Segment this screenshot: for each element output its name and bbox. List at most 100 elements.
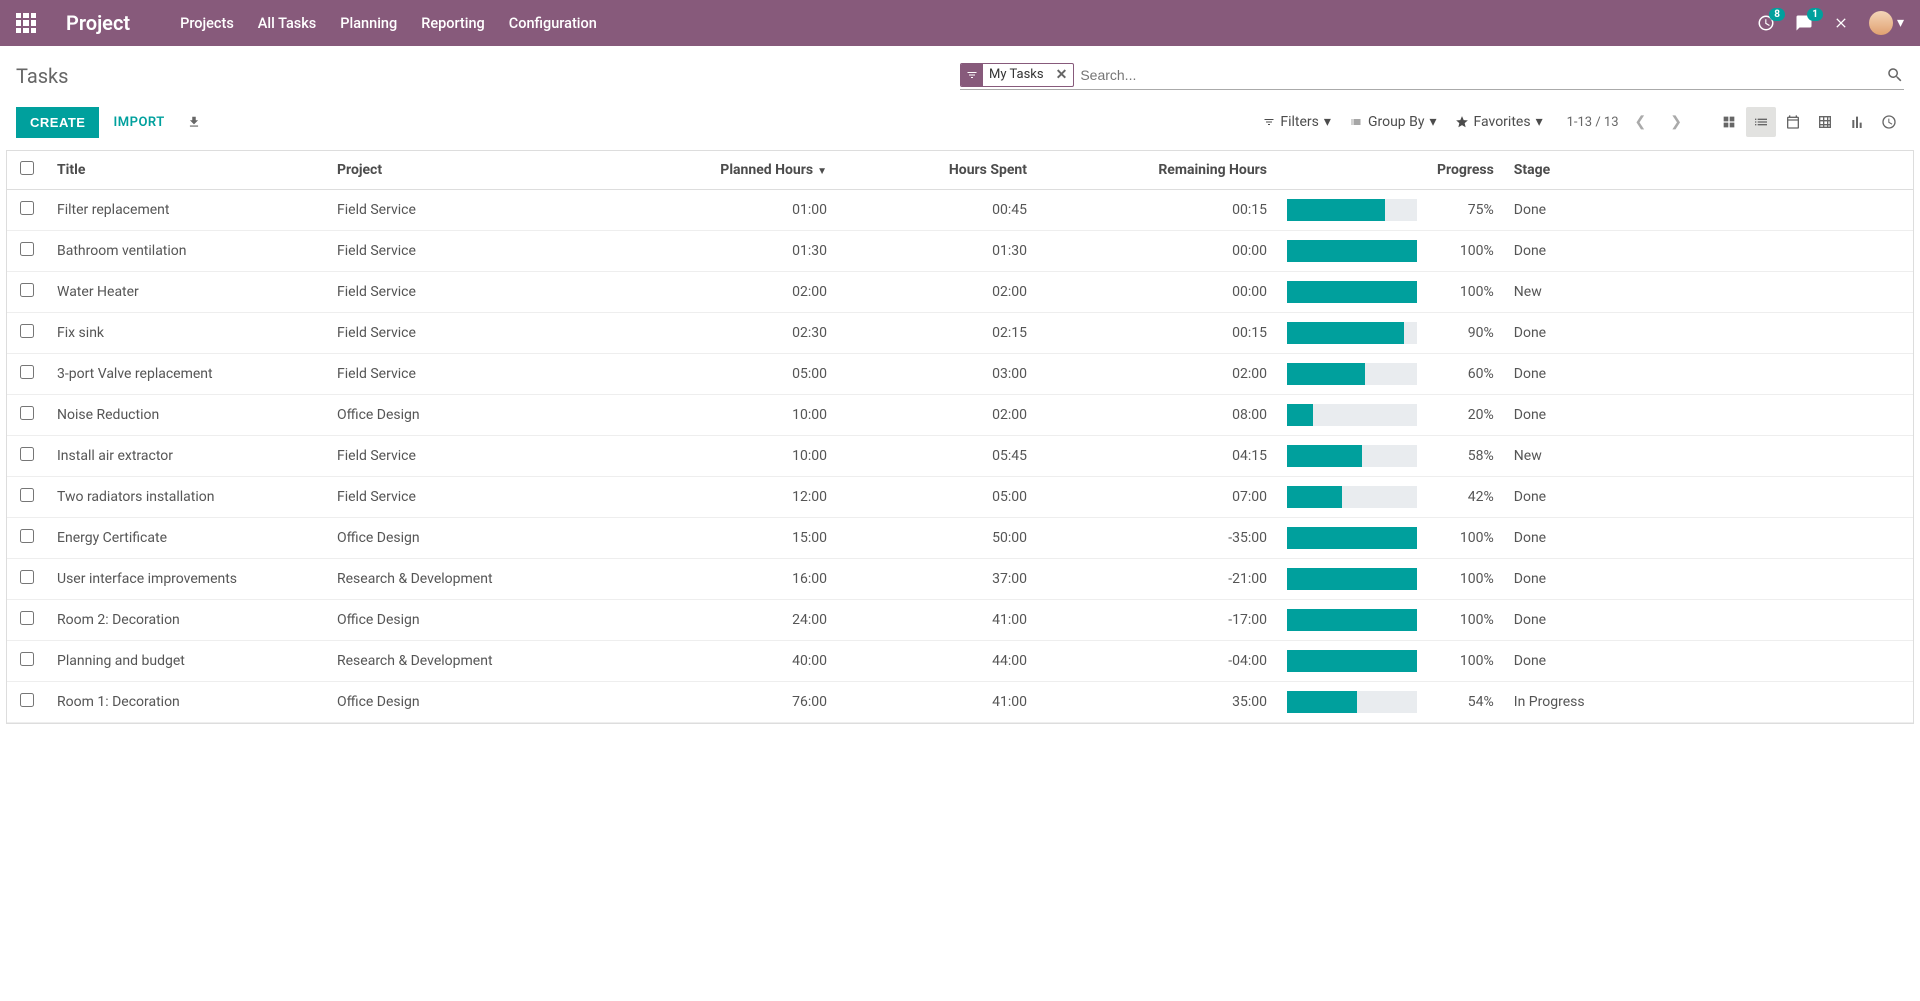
cell-progress-bar [1277,190,1427,231]
table-row[interactable]: Filter replacementField Service01:0000:4… [7,190,1913,231]
row-checkbox[interactable] [20,447,34,461]
col-header-planned[interactable]: Planned Hours▼ [617,151,837,190]
cell-progress-bar [1277,354,1427,395]
row-checkbox[interactable] [20,529,34,543]
cell-stage: Done [1504,559,1913,600]
user-menu[interactable]: ▾ [1869,11,1904,35]
cell-stage: Done [1504,641,1913,682]
graph-icon [1849,114,1865,130]
cell-planned: 10:00 [617,395,837,436]
col-header-progress[interactable]: Progress [1427,151,1504,190]
debug-button[interactable] [1833,15,1849,31]
col-header-title[interactable]: Title [47,151,327,190]
row-checkbox[interactable] [20,283,34,297]
graph-view-button[interactable] [1842,107,1872,137]
table-row[interactable]: Fix sinkField Service02:3002:1500:1590%D… [7,313,1913,354]
pivot-view-button[interactable] [1810,107,1840,137]
list-icon [1753,114,1769,130]
cell-stage: Done [1504,477,1913,518]
table-row[interactable]: Noise ReductionOffice Design10:0002:0008… [7,395,1913,436]
cell-planned: 76:00 [617,682,837,723]
favorites-button[interactable]: Favorites ▾ [1455,114,1543,130]
activity-button[interactable]: 8 [1757,14,1775,32]
cell-remaining: 35:00 [1037,682,1277,723]
row-checkbox[interactable] [20,201,34,215]
search-icon[interactable] [1886,66,1904,84]
create-button[interactable]: CREATE [16,107,99,138]
col-header-spent[interactable]: Hours Spent [837,151,1037,190]
filters-button[interactable]: Filters ▾ [1263,114,1331,130]
cell-title: 3-port Valve replacement [47,354,327,395]
table-row[interactable]: Room 1: DecorationOffice Design76:0041:0… [7,682,1913,723]
favorites-label: Favorites [1474,114,1531,130]
app-brand[interactable]: Project [66,11,130,35]
cell-progress-bar [1277,313,1427,354]
messaging-button[interactable]: 1 [1795,14,1813,32]
groupby-button[interactable]: Group By ▾ [1349,114,1437,130]
select-all-checkbox[interactable] [20,161,34,175]
nav-items: Projects All Tasks Planning Reporting Co… [180,15,597,32]
cell-title: Bathroom ventilation [47,231,327,272]
download-button[interactable] [179,107,209,137]
cell-project: Field Service [327,190,617,231]
nav-reporting[interactable]: Reporting [421,15,485,32]
row-checkbox[interactable] [20,611,34,625]
cell-progress-bar [1277,600,1427,641]
pager-prev[interactable]: ❮ [1627,110,1655,134]
cell-planned: 15:00 [617,518,837,559]
table-row[interactable]: Two radiators installationField Service1… [7,477,1913,518]
list-view-button[interactable] [1746,107,1776,137]
cell-progress-bar [1277,436,1427,477]
row-checkbox[interactable] [20,652,34,666]
row-checkbox[interactable] [20,365,34,379]
cell-project: Field Service [327,313,617,354]
pager-value[interactable]: 1-13 / 13 [1567,115,1619,130]
table-row[interactable]: Install air extractorField Service10:000… [7,436,1913,477]
cell-title: Energy Certificate [47,518,327,559]
search-view[interactable]: My Tasks ✕ [960,63,1904,90]
cell-remaining: -04:00 [1037,641,1277,682]
table-row[interactable]: 3-port Valve replacementField Service05:… [7,354,1913,395]
pager-next[interactable]: ❯ [1662,110,1690,134]
row-checkbox[interactable] [20,570,34,584]
search-input[interactable] [1074,65,1886,85]
table-row[interactable]: Energy CertificateOffice Design15:0050:0… [7,518,1913,559]
funnel-icon [1263,116,1275,128]
table-row[interactable]: Planning and budgetResearch & Developmen… [7,641,1913,682]
filters-label: Filters [1280,114,1319,130]
nav-planning[interactable]: Planning [340,15,397,32]
cell-title: Planning and budget [47,641,327,682]
facet-remove[interactable]: ✕ [1050,64,1074,86]
cell-progress-bar [1277,272,1427,313]
cell-remaining: 08:00 [1037,395,1277,436]
cell-remaining: 02:00 [1037,354,1277,395]
row-checkbox[interactable] [20,693,34,707]
pivot-icon [1817,114,1833,130]
cell-stage: In Progress [1504,682,1913,723]
caret-down-icon: ▾ [1324,114,1331,130]
nav-configuration[interactable]: Configuration [509,15,597,32]
activity-view-button[interactable] [1874,107,1904,137]
nav-all-tasks[interactable]: All Tasks [258,15,316,32]
nav-projects[interactable]: Projects [180,15,234,32]
table-row[interactable]: User interface improvementsResearch & De… [7,559,1913,600]
kanban-view-button[interactable] [1714,107,1744,137]
calendar-view-button[interactable] [1778,107,1808,137]
avatar [1869,11,1893,35]
row-checkbox[interactable] [20,324,34,338]
row-checkbox[interactable] [20,406,34,420]
import-button[interactable]: IMPORT [99,107,178,138]
row-checkbox[interactable] [20,242,34,256]
row-checkbox[interactable] [20,488,34,502]
cell-title: Room 2: Decoration [47,600,327,641]
cell-progress-pct: 60% [1427,354,1504,395]
cell-progress-pct: 100% [1427,272,1504,313]
table-row[interactable]: Room 2: DecorationOffice Design24:0041:0… [7,600,1913,641]
table-row[interactable]: Water HeaterField Service02:0002:0000:00… [7,272,1913,313]
col-header-remaining[interactable]: Remaining Hours [1037,151,1277,190]
col-header-stage[interactable]: Stage [1504,151,1913,190]
table-row[interactable]: Bathroom ventilationField Service01:3001… [7,231,1913,272]
cell-planned: 10:00 [617,436,837,477]
col-header-project[interactable]: Project [327,151,617,190]
apps-icon[interactable] [16,13,36,33]
